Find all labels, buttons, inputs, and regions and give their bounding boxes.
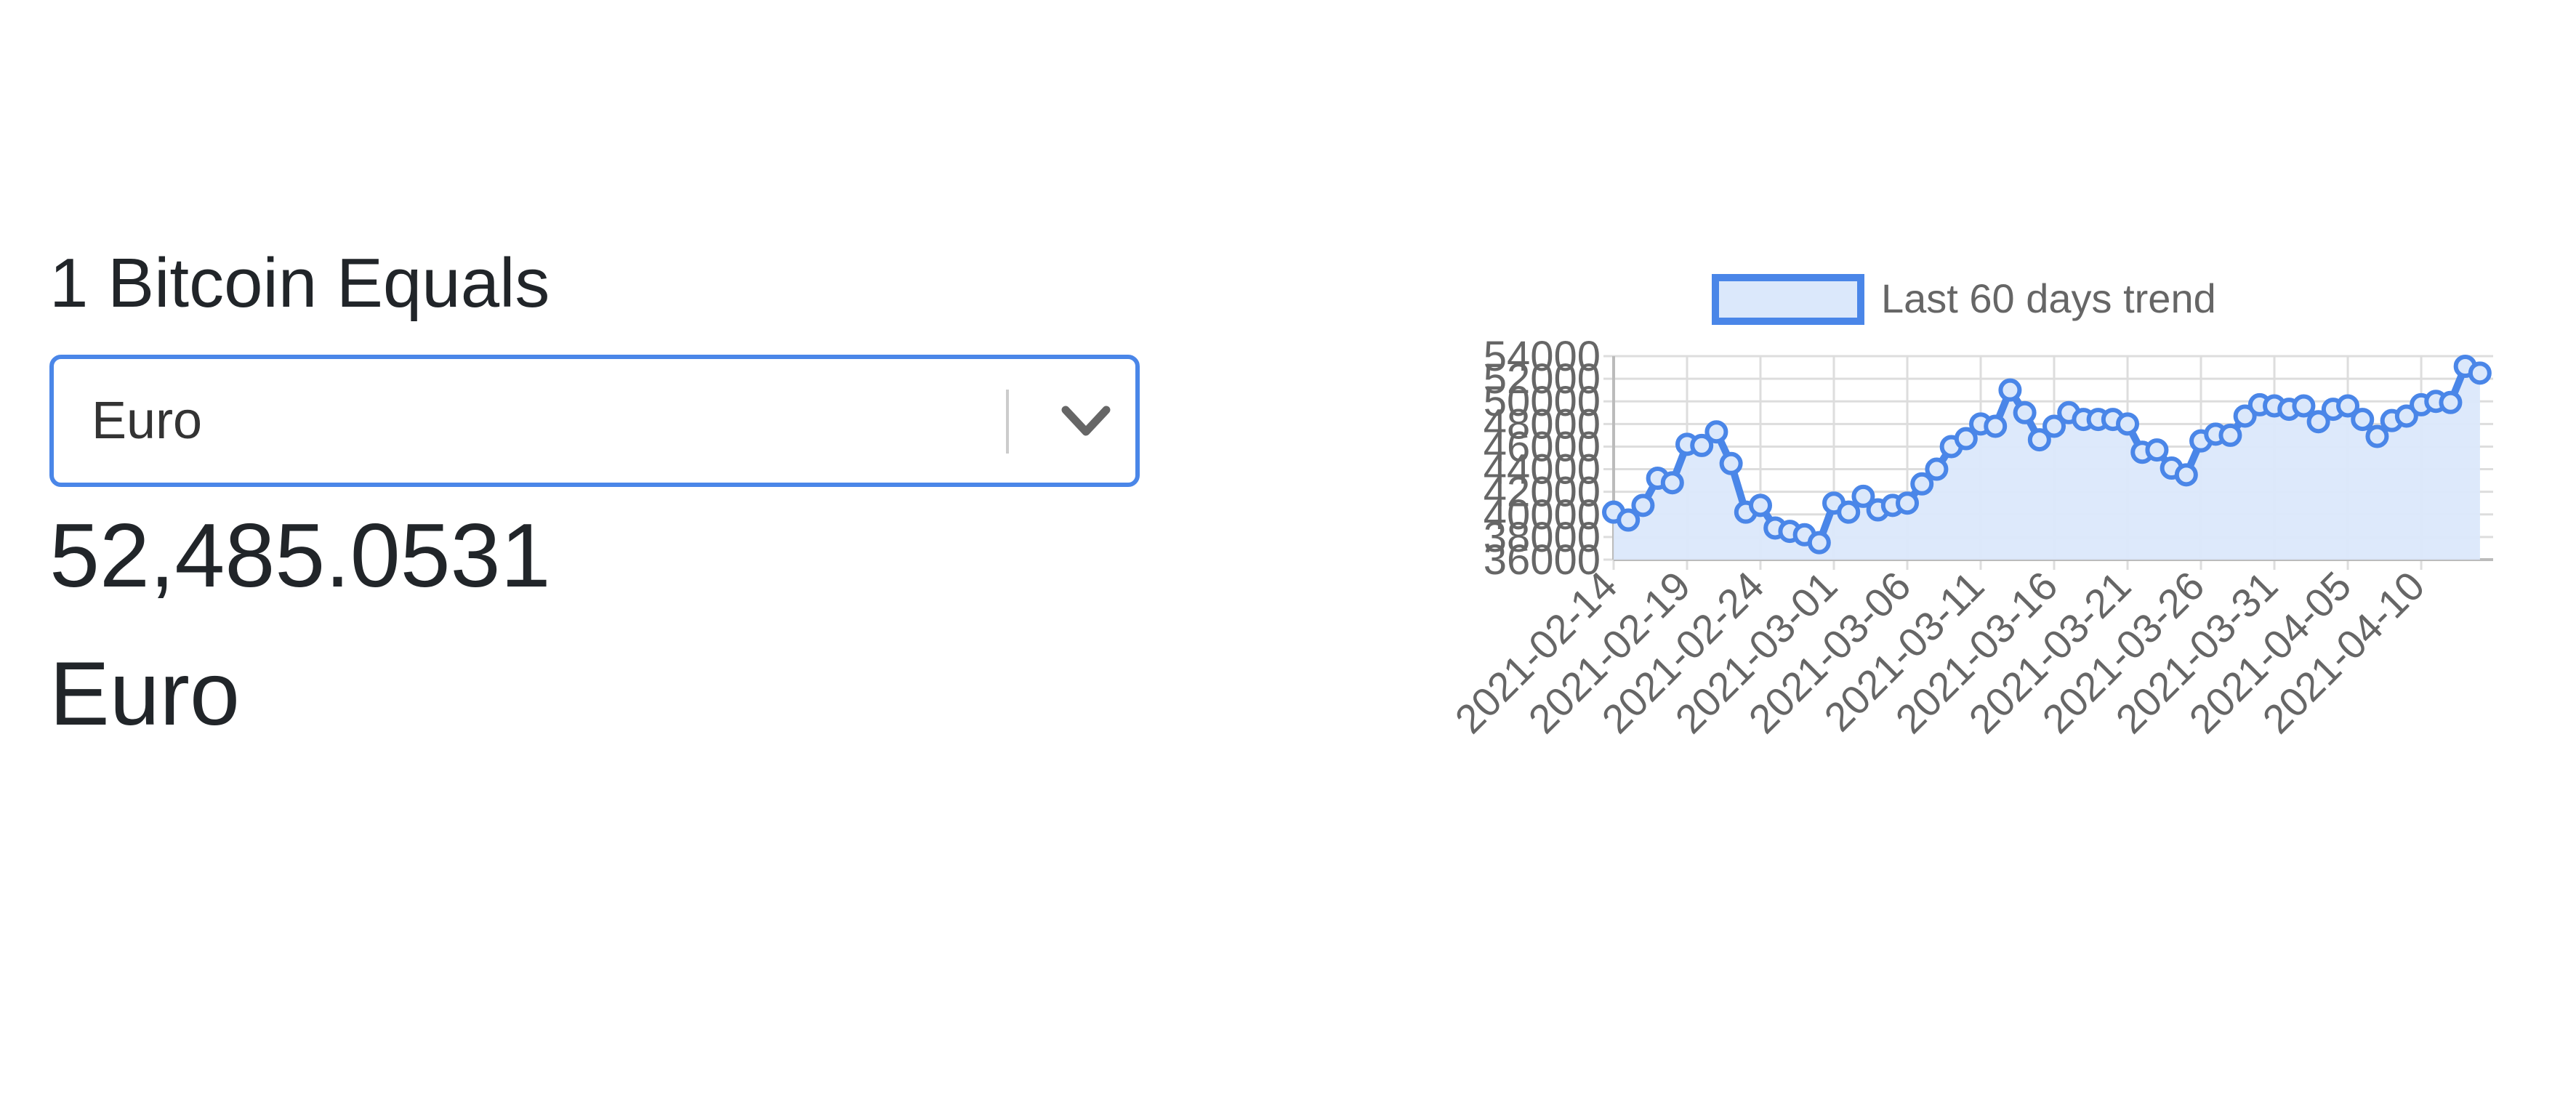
data-point: [2292, 394, 2316, 418]
data-point: [2174, 463, 2198, 487]
legend-swatch: [1712, 274, 1864, 325]
data-point: [1984, 414, 2008, 438]
data-point: [2218, 423, 2242, 447]
data-point: [1925, 457, 1949, 481]
data-point: [1631, 493, 1655, 517]
data-point: [1837, 500, 1861, 524]
select-separator: [1006, 390, 1009, 454]
data-point: [1998, 378, 2022, 402]
y-tick-label: 54000: [1484, 333, 1601, 380]
data-point: [1807, 531, 1831, 555]
data-point: [2145, 438, 2169, 462]
converter-heading: 1 Bitcoin Equals: [49, 244, 550, 322]
trend-chart-svg: Last 60 days trend3600038000400004200044…: [1446, 274, 2493, 742]
currency-select-value: Euro: [92, 392, 203, 450]
legend-label: Last 60 days trend: [1881, 275, 2216, 321]
data-point: [2468, 361, 2492, 385]
data-point: [1896, 491, 1920, 515]
price-trend-chart: Last 60 days trend 36000 38000 40000 42000 44…: [1439, 254, 2515, 836]
data-point: [2351, 408, 2375, 432]
data-point: [2116, 412, 2140, 436]
chevron-down-icon[interactable]: [1058, 395, 1114, 446]
data-point: [2365, 424, 2389, 448]
data-point: [1660, 471, 1684, 495]
currency-select[interactable]: Euro: [49, 355, 1140, 487]
converted-amount: 52,485.0531: [49, 506, 551, 606]
data-point: [1719, 451, 1743, 475]
chart-legend: Last 60 days trend: [1712, 274, 2216, 325]
converted-currency-label: Euro: [49, 644, 240, 744]
data-point: [2439, 390, 2463, 414]
data-point: [1704, 420, 1728, 444]
data-point: [2013, 400, 2037, 424]
data-point: [1749, 493, 1773, 517]
